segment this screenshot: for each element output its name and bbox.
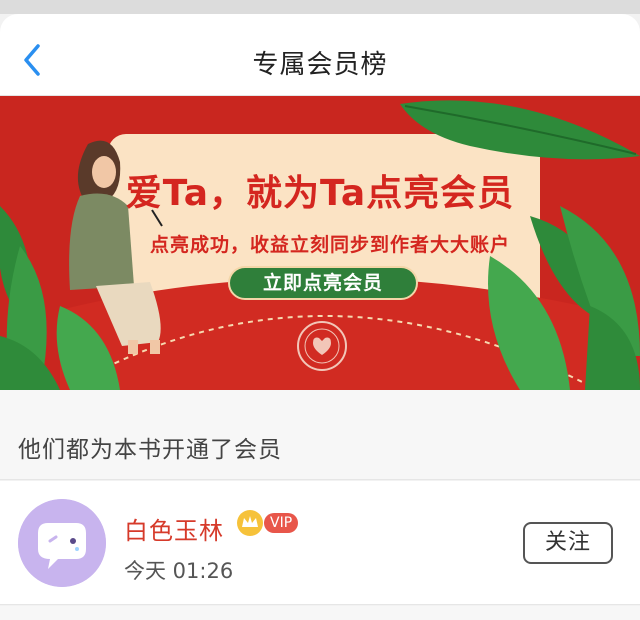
- nav-bar: 专属会员榜: [0, 14, 640, 96]
- list-footer: [0, 606, 640, 620]
- page-title: 专属会员榜: [252, 50, 388, 80]
- member-list-item[interactable]: 白色玉林 VIP 今天 01:26 关注: [0, 481, 640, 605]
- banner-headline: 爱Ta，就为Ta点亮会员: [125, 173, 515, 214]
- crown-icon: [237, 510, 263, 536]
- promo-banner[interactable]: 爱Ta，就为Ta点亮会员 点亮成功，收益立刻同步到作者大大账户 立即点亮会员: [0, 96, 640, 390]
- activate-membership-button[interactable]: 立即点亮会员: [228, 266, 418, 300]
- vip-label: VIP: [264, 513, 299, 533]
- avatar[interactable]: [18, 499, 106, 587]
- member-timestamp: 今天 01:26: [124, 559, 234, 583]
- follow-button[interactable]: 关注: [523, 522, 613, 564]
- chat-bubble-face-icon: [18, 499, 106, 587]
- status-bar: [0, 0, 640, 14]
- member-name[interactable]: 白色玉林: [124, 511, 224, 546]
- section-header: 他们都为本书开通了会员: [0, 390, 640, 480]
- banner-subtitle: 点亮成功，收益立刻同步到作者大大账户: [149, 234, 510, 256]
- section-title: 他们都为本书开通了会员: [18, 437, 282, 463]
- vip-badge: VIP: [236, 509, 299, 537]
